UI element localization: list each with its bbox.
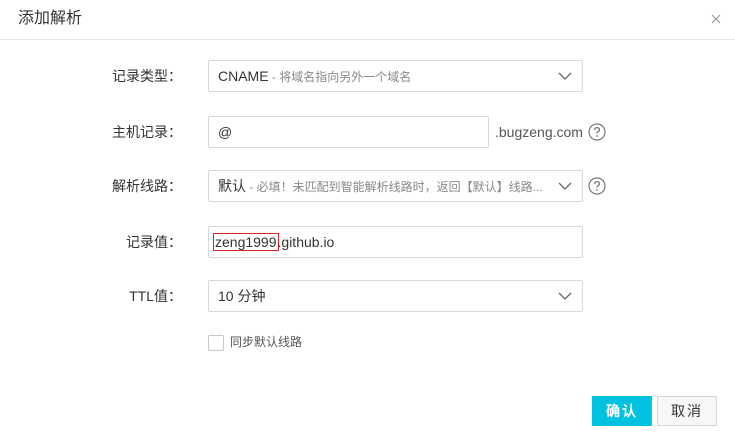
close-icon[interactable] — [709, 12, 723, 26]
record-value-highlight: zeng1999 — [213, 233, 279, 251]
record-type-select[interactable]: CNAME - 将域名指向另外一个域名 — [208, 60, 583, 92]
record-type-value: CNAME — [218, 68, 269, 84]
ttl-select[interactable]: 10 分钟 — [208, 280, 583, 312]
cancel-button[interactable]: 取消 — [657, 396, 717, 426]
ttl-row: TTL值： 10 分钟 — [0, 280, 735, 312]
confirm-button[interactable]: 确认 — [592, 396, 652, 426]
record-value-row: 记录值： zeng1999.github.io — [0, 226, 735, 258]
host-label: 主机记录： — [112, 124, 182, 140]
record-value-label: 记录值： — [126, 234, 182, 250]
record-type-row: 记录类型： CNAME - 将域名指向另外一个域名 — [0, 60, 735, 92]
sync-default-label: 同步默认线路 — [230, 335, 303, 349]
add-record-dialog: 添加解析 记录类型： CNAME - 将域名指向另外一个域名 主机记录： @ .… — [0, 0, 735, 441]
record-value-input[interactable]: zeng1999.github.io — [208, 226, 583, 258]
help-icon[interactable] — [588, 123, 606, 141]
sync-default-checkbox[interactable] — [208, 335, 224, 351]
line-row: 解析线路： 默认 - 必填！未匹配到智能解析线路时，返回【默认】线路... — [0, 170, 735, 202]
chevron-down-icon — [558, 182, 572, 190]
line-value: 默认 — [218, 178, 246, 194]
help-icon[interactable] — [588, 177, 606, 195]
line-select[interactable]: 默认 - 必填！未匹配到智能解析线路时，返回【默认】线路... — [208, 170, 583, 202]
dialog-header: 添加解析 — [0, 0, 735, 40]
line-label: 解析线路： — [112, 178, 182, 194]
ttl-value: 10 分钟 — [218, 288, 266, 304]
record-type-hint: - 将域名指向另外一个域名 — [268, 70, 412, 84]
host-input[interactable]: @ — [208, 116, 489, 148]
record-value-rest: .github.io — [277, 234, 335, 250]
chevron-down-icon — [558, 292, 572, 300]
dialog-title: 添加解析 — [18, 10, 83, 27]
chevron-down-icon — [558, 72, 572, 80]
ttl-label: TTL值： — [129, 288, 182, 304]
host-row: 主机记录： @ .bugzeng.com — [0, 116, 735, 148]
line-hint: - 必填！未匹配到智能解析线路时，返回【默认】线路... — [246, 180, 543, 194]
domain-suffix: .bugzeng.com — [495, 124, 583, 140]
record-type-label: 记录类型： — [112, 68, 182, 84]
host-value: @ — [218, 124, 233, 140]
